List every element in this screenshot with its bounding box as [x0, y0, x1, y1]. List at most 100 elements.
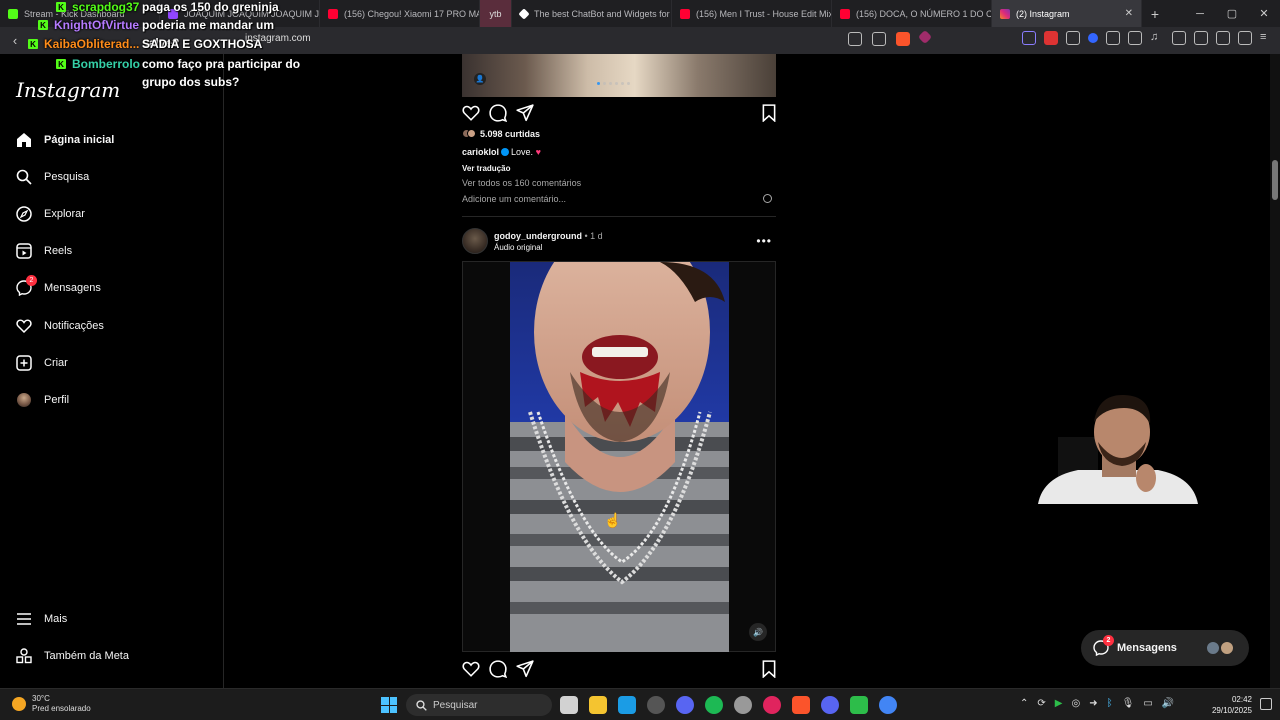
tab-instagram[interactable]: (2) Instagram ✕: [992, 0, 1142, 27]
reel-video[interactable]: [510, 262, 729, 652]
chrome-icon[interactable]: [879, 696, 897, 714]
share-paper-plane-icon[interactable]: [516, 660, 534, 678]
brave-rewards-icon[interactable]: [917, 29, 933, 45]
taskbar-search[interactable]: Pesquisar: [406, 694, 552, 716]
steam-icon[interactable]: [618, 696, 636, 714]
sidebar-icon[interactable]: [1172, 31, 1186, 45]
app-icon[interactable]: [850, 696, 868, 714]
like-heart-icon[interactable]: [462, 660, 480, 678]
tab-youtube-doca[interactable]: (156) DOCA, O NÚMERO 1 DO CV: [832, 0, 992, 27]
tray-play-icon[interactable]: ▶: [1055, 698, 1063, 709]
share-icon[interactable]: [872, 32, 886, 46]
see-translation-link[interactable]: Ver tradução: [462, 164, 510, 173]
cast-icon[interactable]: [848, 32, 862, 46]
like-heart-icon[interactable]: [462, 104, 480, 122]
chat-line: K scrapdog37: [56, 0, 139, 14]
reel-video-container[interactable]: 🔊: [462, 261, 776, 652]
brave-icon[interactable]: [792, 696, 810, 714]
likes-count[interactable]: 5.098 curtidas: [462, 129, 540, 139]
nav-search[interactable]: Pesquisa: [16, 169, 89, 185]
tray-app-icon[interactable]: ⟳: [1037, 698, 1045, 709]
maximize-button[interactable]: ▢: [1216, 0, 1248, 27]
network-icon[interactable]: ▭: [1143, 698, 1152, 709]
back-arrow-icon[interactable]: ‹: [4, 30, 26, 52]
close-window-button[interactable]: ✕: [1248, 0, 1280, 27]
kick-badge-icon: K: [56, 59, 66, 69]
minimize-button[interactable]: ─: [1184, 0, 1216, 27]
bluetooth-icon[interactable]: ᛒ: [1107, 698, 1113, 709]
vpn-shield-icon[interactable]: [1238, 31, 1252, 45]
comment-icon[interactable]: [489, 660, 508, 679]
nav-explore[interactable]: Explorar: [16, 206, 85, 222]
tab-youtube-xiaomi[interactable]: (156) Chegou! Xiaomi 17 PRO MAX: [320, 0, 480, 27]
weather-widget[interactable]: 30°C Pred ensolarado: [12, 694, 91, 714]
comment-icon[interactable]: [489, 104, 508, 123]
tray-app-icon[interactable]: ◎: [1071, 698, 1080, 709]
post-author-username[interactable]: godoy_underground: [494, 231, 582, 241]
tab-youtube-men-i-trust[interactable]: (156) Men I Trust - House Edit Mix: [672, 0, 832, 27]
add-comment-input[interactable]: Adicione um comentário...: [462, 194, 566, 204]
chevron-up-icon[interactable]: ⌃: [1020, 698, 1028, 709]
notification-center-icon[interactable]: [1260, 698, 1272, 710]
original-audio-link[interactable]: Áudio original: [494, 243, 542, 252]
opera-icon[interactable]: [763, 696, 781, 714]
app-icon[interactable]: [734, 696, 752, 714]
extension-blue-icon[interactable]: [1088, 33, 1098, 43]
instagram-logo[interactable]: Instagram: [16, 78, 120, 102]
share-paper-plane-icon[interactable]: [516, 104, 534, 122]
messages-badge: 2: [26, 275, 37, 286]
extension-gamepad-icon[interactable]: [1066, 31, 1080, 45]
plus-square-icon: [16, 355, 32, 371]
tray-app-icon[interactable]: ➜: [1089, 698, 1097, 709]
screenshot-icon[interactable]: [1128, 31, 1142, 45]
chat-message: SADIA E GOXTHOSA: [142, 37, 263, 51]
leo-ai-icon[interactable]: [1216, 31, 1230, 45]
file-explorer-icon[interactable]: [589, 696, 607, 714]
discord-icon[interactable]: [821, 696, 839, 714]
emoji-icon[interactable]: [763, 194, 772, 203]
windows-start-icon[interactable]: [381, 697, 397, 713]
menu-icon[interactable]: ≡: [1260, 31, 1274, 45]
clock[interactable]: 02:42 29/10/2025: [1212, 694, 1252, 716]
app-icon[interactable]: [647, 696, 665, 714]
nav-create[interactable]: Criar: [16, 355, 68, 371]
page-scrollbar[interactable]: [1270, 54, 1280, 688]
nav-messages[interactable]: 2 Mensagens: [16, 275, 101, 296]
bookmark-icon[interactable]: [760, 660, 778, 679]
new-tab-button[interactable]: +: [1142, 6, 1168, 22]
bookmark-icon[interactable]: [760, 104, 778, 123]
nav-notifications[interactable]: Notificações: [16, 318, 104, 334]
volume-icon[interactable]: 🔊: [749, 623, 767, 641]
spotify-icon[interactable]: [705, 696, 723, 714]
task-view-icon[interactable]: [560, 696, 578, 714]
kick-favicon-icon: [8, 8, 18, 19]
caption-username[interactable]: carioklol: [462, 147, 499, 157]
tab-chatbot[interactable]: The best ChatBot and Widgets for: [512, 0, 672, 27]
view-comments-link[interactable]: Ver todos os 160 comentários: [462, 178, 581, 188]
post-image[interactable]: [462, 54, 776, 97]
wallet-icon[interactable]: [1194, 31, 1208, 45]
nav-profile[interactable]: Perfil: [16, 392, 69, 408]
volume-icon[interactable]: 🔊: [1162, 698, 1174, 709]
app-icon[interactable]: [676, 696, 694, 714]
more-options-icon[interactable]: •••: [756, 234, 772, 248]
extension-red-icon[interactable]: [1044, 31, 1058, 45]
screen: Stream - Kick Dashboard JOAQUIM JOAQUIM …: [0, 0, 1280, 720]
nav-also-from-meta[interactable]: Também da Meta: [16, 648, 129, 664]
streamer-webcam: [1038, 392, 1198, 504]
extension-cloud-icon[interactable]: [1022, 31, 1036, 45]
extensions-puzzle-icon[interactable]: [1106, 31, 1120, 45]
scrollbar-thumb[interactable]: [1272, 160, 1278, 200]
tagged-user-icon[interactable]: 👤: [474, 73, 486, 85]
music-icon[interactable]: ♫: [1150, 31, 1164, 45]
tab-group-ytb[interactable]: ytb: [480, 0, 512, 27]
nav-reels[interactable]: Reels: [16, 243, 72, 259]
brave-shield-icon[interactable]: [896, 32, 910, 46]
post-author-avatar[interactable]: [462, 228, 488, 254]
nav-more[interactable]: Mais: [16, 611, 67, 627]
close-tab-icon[interactable]: ✕: [1125, 8, 1133, 19]
youtube-favicon-icon: [680, 8, 690, 19]
microphone-icon[interactable]: 🎙: [1122, 698, 1135, 709]
nav-home[interactable]: Página inicial: [16, 132, 114, 148]
messages-floating-button[interactable]: 2 Mensagens: [1081, 630, 1249, 666]
